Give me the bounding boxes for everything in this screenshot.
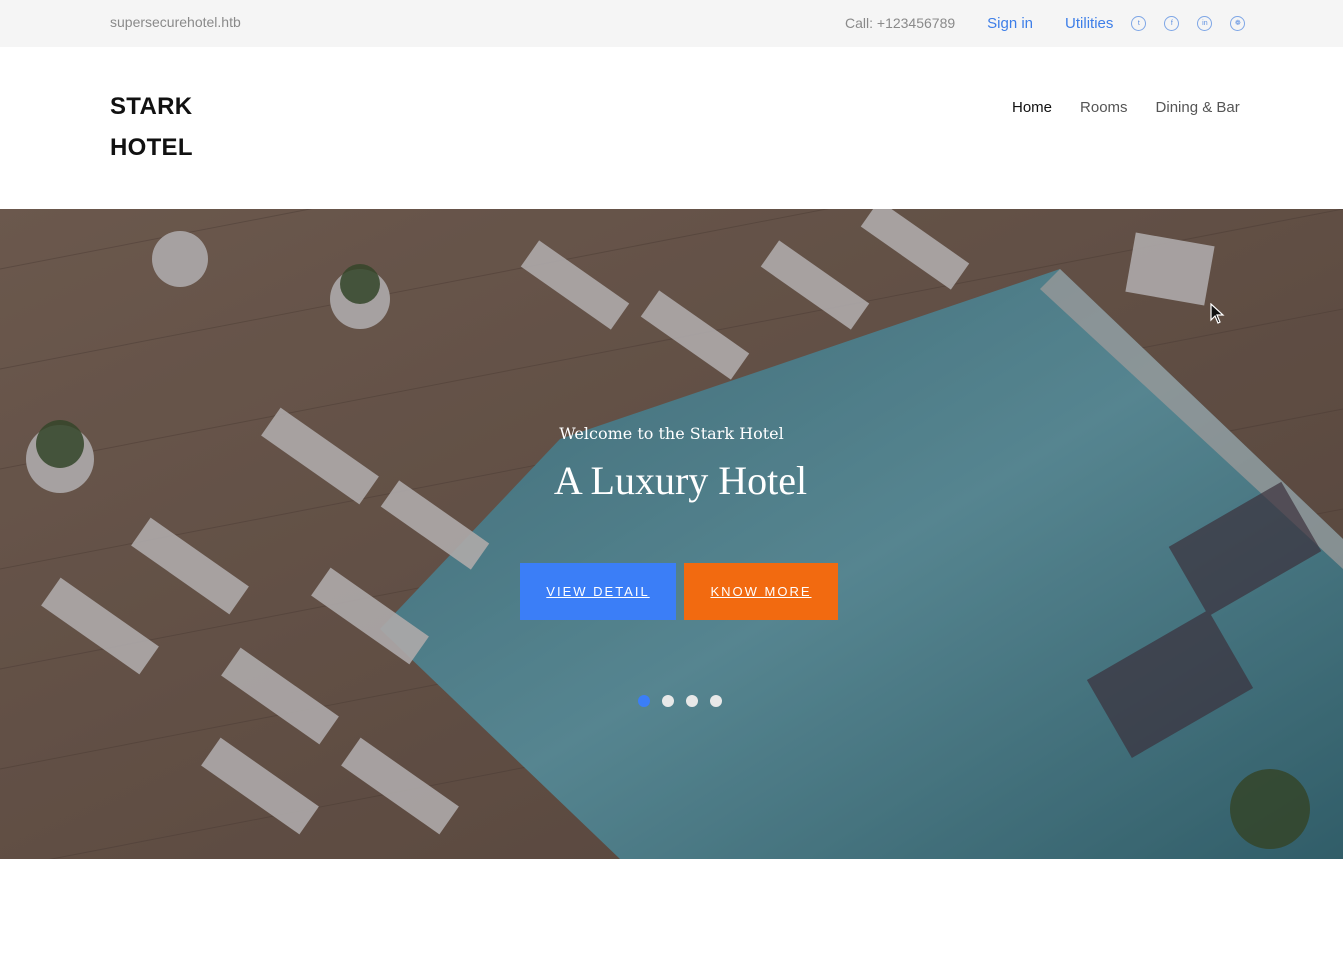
twitter-icon[interactable]: t	[1131, 15, 1147, 31]
hero-title: A Luxury Hotel	[553, 458, 808, 503]
mouse-cursor-icon	[1210, 303, 1225, 324]
know-more-button[interactable]: Know More	[684, 563, 838, 620]
utilities-link[interactable]: Utilities	[1065, 15, 1113, 32]
phone-number: Call: +123456789	[845, 15, 956, 31]
top-bar: supersecurehotel.htb Call: +123456789 Si…	[0, 0, 1343, 47]
linkedin-icon[interactable]: in	[1197, 15, 1213, 31]
slider-dot-1[interactable]	[638, 695, 650, 707]
slider-dot-3[interactable]	[686, 695, 698, 707]
nav-item-home[interactable]: Home	[1012, 99, 1052, 116]
dribbble-icon[interactable]: ❁	[1230, 15, 1246, 31]
site-logo[interactable]: STARK HOTEL	[110, 86, 193, 168]
view-detail-button[interactable]: View Detail	[520, 563, 676, 620]
slider-dot-2[interactable]	[662, 695, 674, 707]
site-domain: supersecurehotel.htb	[110, 14, 241, 30]
main-nav: Home Rooms Dining & Bar	[1012, 99, 1240, 116]
hero-subtitle: Welcome to the Stark Hotel	[559, 424, 784, 443]
top-bar-right: Call: +123456789 Sign in Utilities t f i…	[845, 13, 1263, 33]
logo-line-1: STARK	[110, 93, 193, 120]
nav-item-rooms[interactable]: Rooms	[1080, 99, 1128, 116]
logo-line-2: HOTEL	[110, 134, 193, 161]
slider-pagination	[638, 695, 734, 707]
facebook-icon[interactable]: f	[1164, 15, 1180, 31]
slider-dot-4[interactable]	[710, 695, 722, 707]
hero-overlay	[0, 209, 1343, 859]
social-links: t f in ❁	[1131, 15, 1263, 31]
site-header: STARK HOTEL Home Rooms Dining & Bar	[0, 47, 1343, 209]
sign-in-link[interactable]: Sign in	[987, 15, 1033, 32]
nav-item-dining-bar[interactable]: Dining & Bar	[1156, 99, 1240, 116]
hero-slider: Welcome to the Stark Hotel A Luxury Hote…	[0, 209, 1343, 859]
